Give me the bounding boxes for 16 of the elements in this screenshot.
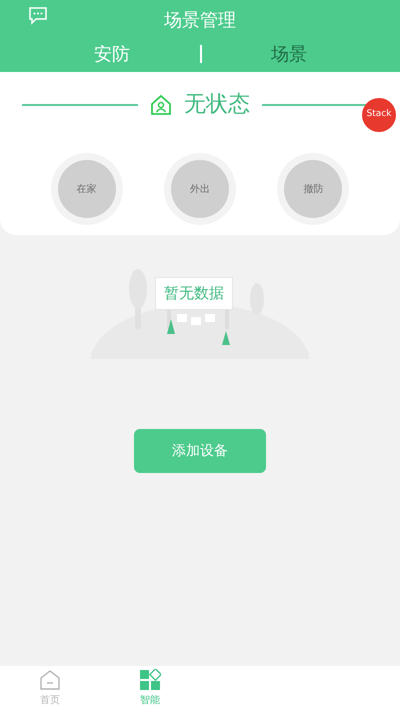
grid-icon	[139, 668, 161, 690]
chat-icon	[28, 7, 48, 25]
mode-button[interactable]: 在家	[58, 160, 116, 218]
house-person-icon	[150, 94, 172, 116]
tab[interactable]: 安防	[94, 40, 130, 68]
status-label: 无状态	[184, 91, 250, 119]
add-device-button[interactable]: 添加设备	[134, 429, 266, 473]
tab[interactable]: 场景	[271, 40, 307, 68]
empty-sign: 暂无数据	[155, 277, 233, 310]
stack-badge[interactable]: Stack	[362, 98, 396, 132]
nav-item[interactable]: 首页	[0, 666, 100, 710]
nav-item[interactable]: 智能	[100, 666, 200, 710]
mode-button[interactable]: 外出	[170, 160, 229, 218]
home-icon	[39, 668, 61, 690]
mode-button[interactable]: 撤防	[284, 160, 342, 218]
page-title: 场景管理	[164, 8, 236, 32]
